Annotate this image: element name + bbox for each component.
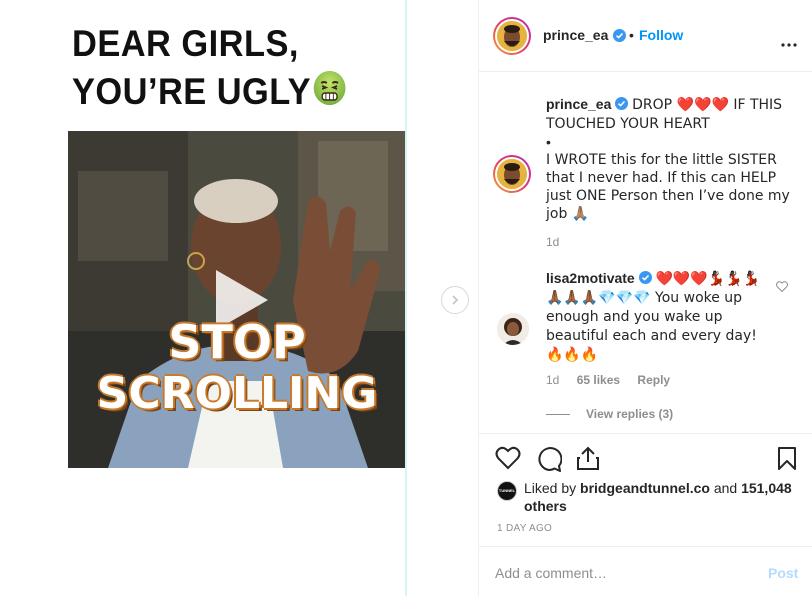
caption-verified-icon xyxy=(615,96,629,112)
headline-line-2: YOU’RE UGLY xyxy=(72,68,388,118)
caption-text-part2: I WROTE this for the little SISTER that … xyxy=(546,152,790,222)
more-icon[interactable] xyxy=(781,34,797,52)
comment-text: lisa2motivate ❤️❤️❤️💃🏿💃🏿💃🏿🙏🏾🙏🏾🙏🏾💎💎💎 You … xyxy=(546,269,768,364)
replies-dash xyxy=(546,413,570,415)
comment-meta: 1d 65 likes Reply xyxy=(546,373,684,387)
post-timestamp[interactable]: 1 DAY AGO xyxy=(497,523,552,534)
likes-text: Liked by bridgeandtunnel.co and 151,048 … xyxy=(524,479,794,515)
post-headline: DEAR GIRLS, YOU’RE UGLY xyxy=(72,20,412,118)
comment-form: Post xyxy=(479,546,812,596)
view-replies-button[interactable]: View replies (3) xyxy=(546,407,673,421)
comment-username[interactable]: lisa2motivate xyxy=(546,270,635,286)
video-text-line-2: SCROLLING xyxy=(96,368,378,419)
liker-username[interactable]: bridgeandtunnel.co xyxy=(580,480,710,496)
liked-by-and: and xyxy=(713,480,738,496)
avatar[interactable] xyxy=(493,17,531,55)
comment-verified-icon xyxy=(638,270,652,286)
caption-timestamp[interactable]: 1d xyxy=(546,235,559,249)
action-bar xyxy=(479,433,812,481)
comment-likes[interactable]: 65 likes xyxy=(577,373,620,387)
view-replies-label[interactable]: View replies (3) xyxy=(586,407,673,421)
heart-icon[interactable] xyxy=(495,446,521,475)
header-separator: • xyxy=(629,27,634,43)
caption-avatar[interactable] xyxy=(493,155,531,193)
post-sidebar: prince_ea • Follow prince_ea DROP ❤️❤️❤️… xyxy=(478,0,812,596)
post-comment-button[interactable]: Post xyxy=(768,565,798,581)
headline-line-2-text: YOU’RE UGLY xyxy=(72,71,312,112)
chevron-right-icon[interactable] xyxy=(441,286,469,314)
headline-line-1: DEAR GIRLS, xyxy=(72,23,299,64)
bookmark-icon[interactable] xyxy=(777,446,797,476)
follow-button[interactable]: Follow xyxy=(639,27,683,43)
header-username[interactable]: prince_ea xyxy=(543,27,608,43)
liker-avatar[interactable]: TUNNEL xyxy=(497,481,517,501)
video-text-line-1: STOP xyxy=(168,315,306,369)
liked-by-prefix: Liked by xyxy=(524,480,577,496)
video-overlay-text: STOP SCROLLING xyxy=(68,316,406,420)
comment-heart-icon[interactable] xyxy=(776,279,788,297)
liker-logo-text: TUNNEL xyxy=(498,488,516,493)
comment-timestamp[interactable]: 1d xyxy=(546,373,559,387)
media-divider xyxy=(405,0,407,596)
post-caption: prince_ea DROP ❤️❤️❤️ IF THIS TOUCHED YO… xyxy=(546,95,796,223)
comment-icon[interactable] xyxy=(536,446,563,477)
caption-username[interactable]: prince_ea xyxy=(546,96,611,112)
comment-avatar[interactable] xyxy=(497,313,529,345)
share-icon[interactable] xyxy=(576,446,600,476)
post-media: DEAR GIRLS, YOU’RE UGLY STOP SCROLLING xyxy=(0,0,478,596)
comment-input[interactable] xyxy=(495,565,735,581)
nauseated-face-icon xyxy=(313,70,346,118)
post-header: prince_ea • Follow xyxy=(479,0,812,72)
verified-icon xyxy=(613,29,626,47)
reply-button[interactable]: Reply xyxy=(637,373,670,387)
caption-bullet: • xyxy=(546,134,551,150)
